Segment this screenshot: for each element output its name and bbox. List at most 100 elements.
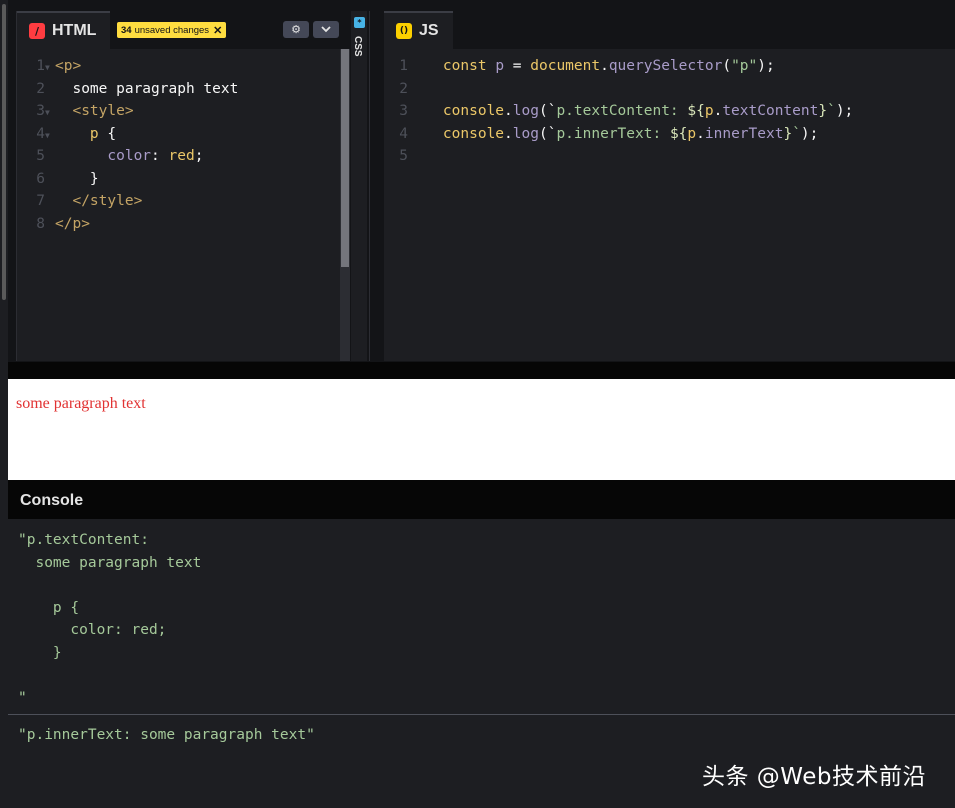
tab-js-label: JS [419, 22, 439, 39]
code-token: <p> [55, 58, 82, 74]
code-line: 3 console.log(`p.textContent: ${p.textCo… [380, 100, 853, 123]
html-editor-panel: / HTML 34 unsaved changes ✕ ⚙ 1▼ <p> 2 so… [16, 11, 350, 361]
unsaved-text: unsaved changes [134, 24, 210, 36]
result-preview[interactable]: some paragraph text [8, 379, 955, 480]
code-token: { [107, 125, 117, 142]
code-line: 5 color: red; [17, 145, 238, 168]
code-line: 7 </style> [17, 190, 238, 213]
code-token: "p" [731, 58, 758, 74]
html-panel-header: / HTML 34 unsaved changes ✕ ⚙ [17, 11, 350, 49]
code-token: ` [827, 103, 836, 119]
code-token: p [495, 58, 505, 74]
unsaved-count: 34 [121, 24, 132, 36]
code-line: 4▼ p { [17, 123, 238, 146]
line-number: 5 [36, 148, 45, 164]
code-line: 6 } [17, 168, 238, 191]
line-number: 5 [399, 148, 408, 164]
code-line: 1▼ <p> [17, 55, 238, 78]
window-scrollbar[interactable] [0, 0, 8, 380]
window-scrollbar-thumb[interactable] [2, 4, 6, 300]
line-number: 3 [399, 103, 408, 119]
code-line: 1 const p = document.querySelector("p"); [380, 55, 853, 78]
code-line: 2 some paragraph text [17, 78, 238, 101]
code-line: 2 [380, 78, 853, 101]
code-token: </p> [55, 215, 90, 232]
tab-css-label: CSS [352, 36, 363, 57]
code-token: querySelector [608, 58, 723, 74]
code-token: = [512, 58, 522, 74]
code-token: . [504, 125, 513, 142]
code-token: ; [194, 148, 204, 164]
console-divider [8, 714, 955, 715]
js-icon: () [396, 23, 412, 39]
console-title: Console [20, 492, 84, 509]
html-editor-scrollbar[interactable] [340, 49, 350, 361]
line-number: 2 [36, 80, 45, 97]
js-panel-header: () JS [384, 11, 955, 49]
code-token: } [89, 170, 99, 187]
settings-button[interactable]: ⚙ [283, 21, 309, 38]
code-token: red [168, 148, 195, 164]
code-token: ); [835, 103, 854, 119]
code-token: <style> [72, 103, 134, 119]
tab-html-label: HTML [52, 22, 97, 39]
code-token: </style> [72, 193, 143, 209]
code-token: some paragraph text [72, 80, 239, 97]
code-line: 4 console.log(`p.innerText: ${p.innerTex… [380, 123, 853, 146]
code-token: (` [538, 125, 557, 142]
panel-options-button[interactable] [313, 21, 339, 38]
fold-icon[interactable]: ▼ [45, 125, 55, 148]
css-icon: * [354, 17, 365, 28]
code-token: ${ [687, 103, 705, 119]
code-token: . [504, 103, 513, 119]
code-token: p [687, 125, 697, 142]
chevron-down-icon [321, 26, 331, 33]
tab-html[interactable]: / HTML [17, 11, 111, 49]
code-token: ${ [669, 125, 688, 142]
code-token: . [600, 58, 609, 74]
html-icon: / [29, 23, 45, 39]
code-line: 5 [380, 145, 853, 168]
tab-css-collapsed[interactable]: * CSS [350, 11, 367, 361]
line-number: 2 [399, 80, 408, 97]
unsaved-changes-badge[interactable]: 34 unsaved changes ✕ [117, 22, 227, 38]
resize-handle[interactable] [8, 362, 955, 379]
fold-icon[interactable]: ▼ [45, 57, 55, 80]
js-code[interactable]: 1 const p = document.querySelector("p");… [380, 55, 853, 168]
code-token: console [442, 103, 505, 119]
code-line: 8 </p> [17, 213, 238, 236]
console-header: Console [8, 480, 955, 519]
line-number: 7 [36, 193, 45, 209]
html-scrollbar-thumb[interactable] [341, 49, 349, 267]
line-number: 4 [36, 125, 45, 142]
code-token: textContent [722, 103, 819, 119]
result-paragraph: some paragraph text [16, 395, 146, 412]
code-token: p [89, 125, 99, 142]
code-line: 3▼ <style> [17, 100, 238, 123]
line-number: 8 [36, 215, 45, 232]
code-token: p [704, 103, 714, 119]
console-entry: "p.textContent: some paragraph text p { … [18, 532, 202, 706]
tab-js[interactable]: () JS [384, 11, 453, 49]
html-code[interactable]: 1▼ <p> 2 some paragraph text 3▼ <style> 4… [17, 55, 238, 235]
console-entry: "p.innerText: some paragraph text" [18, 727, 315, 743]
code-token: (` [538, 103, 557, 119]
gear-icon: ⚙ [291, 23, 301, 36]
line-number: 1 [36, 58, 45, 74]
code-token: ` [792, 125, 801, 142]
code-token: log [512, 125, 539, 142]
code-token: const [442, 58, 487, 74]
code-token: console [442, 125, 505, 142]
code-token: ); [800, 125, 819, 142]
line-number: 6 [36, 170, 45, 187]
code-token: : [151, 148, 160, 164]
code-token: } [818, 103, 828, 119]
watermark: 头条 @Web技术前沿 [702, 764, 926, 790]
close-icon[interactable]: ✕ [213, 24, 222, 37]
code-token: p.textContent: [556, 103, 688, 119]
code-token: ( [722, 58, 732, 74]
line-number: 3 [36, 103, 45, 119]
code-token: document [530, 58, 601, 74]
code-token: innerText [704, 125, 784, 142]
fold-icon[interactable]: ▼ [45, 102, 55, 125]
